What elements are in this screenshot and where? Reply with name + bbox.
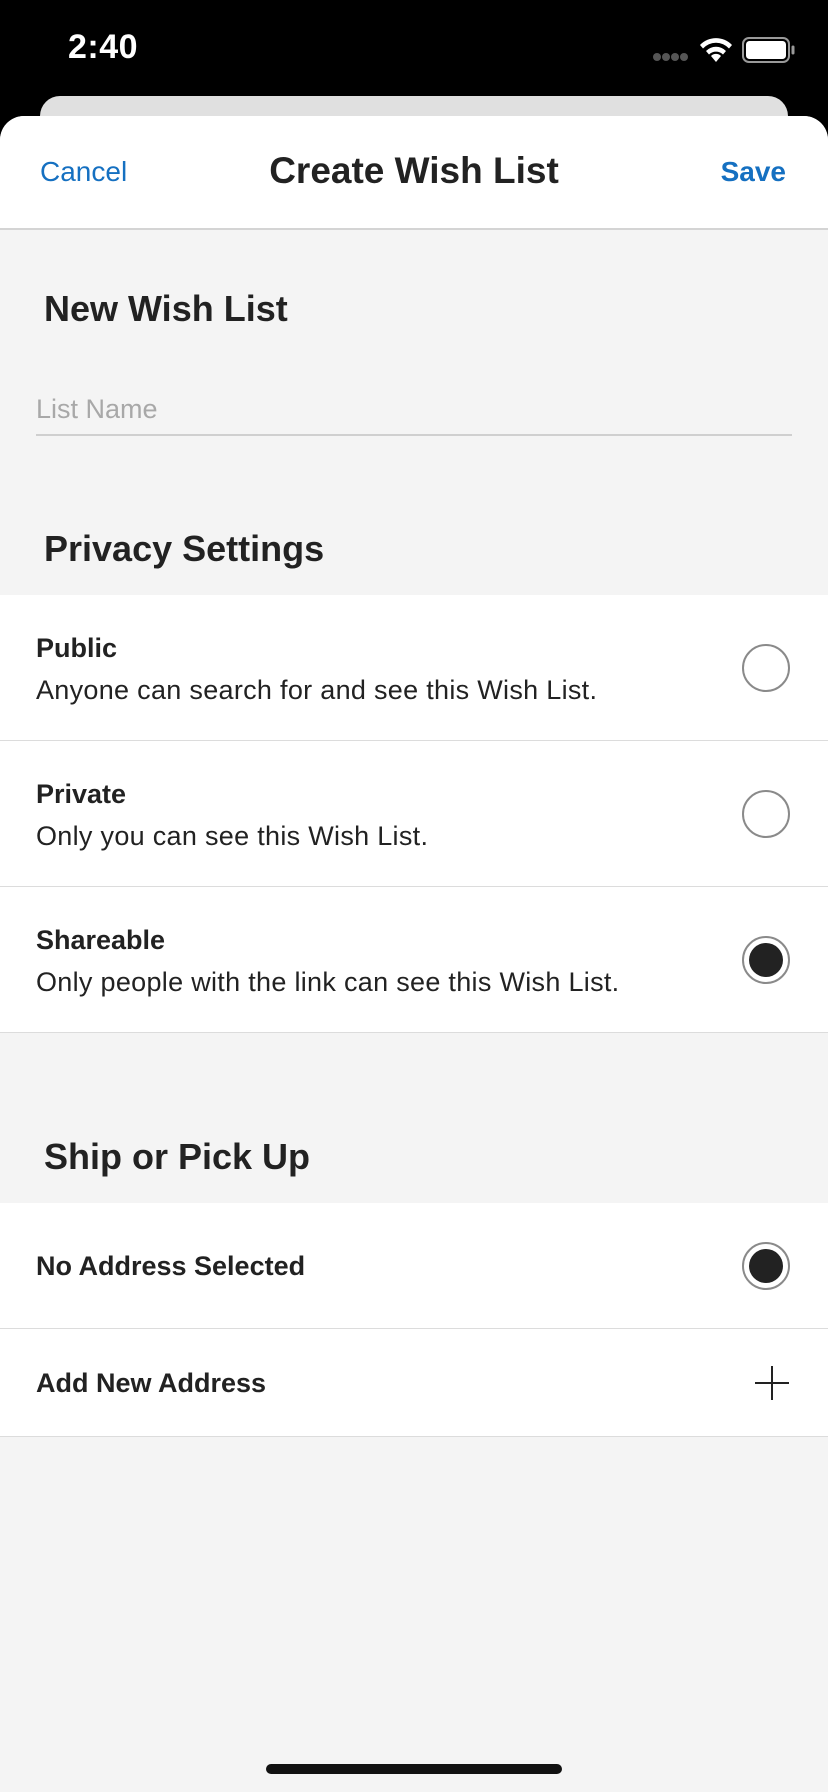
cancel-button[interactable]: Cancel [40,156,127,188]
privacy-option-private[interactable]: Private Only you can see this Wish List. [0,741,828,887]
option-title: Public [36,633,118,663]
shareable-radio-button[interactable] [742,936,790,984]
status-time: 2:40 [68,28,139,66]
privacy-settings-heading: Privacy Settings [44,528,325,569]
private-radio-button[interactable] [742,790,790,838]
battery-icon [742,37,795,63]
privacy-options: Public Anyone can search for and see thi… [0,595,828,1033]
option-title: Private [36,779,127,809]
privacy-option-shareable[interactable]: Shareable Only people with the link can … [0,887,828,1033]
new-list-heading: New Wish List [44,288,288,329]
address-option-none[interactable]: No Address Selected [0,1203,828,1329]
shipping-options: No Address Selected Add New Address [0,1203,828,1437]
add-address-label: Add New Address [36,1368,267,1398]
signal-dots-icon [653,53,688,61]
option-description: Only you can see this Wish List. [36,821,429,851]
public-radio-button[interactable] [742,644,790,692]
wifi-icon [700,38,732,62]
list-name-input[interactable] [36,384,792,436]
add-new-address-row[interactable]: Add New Address [0,1329,828,1437]
option-title: Shareable [36,925,166,955]
status-bar: 2:40 [0,0,828,96]
option-description: Anyone can search for and see this Wish … [36,675,598,705]
ship-or-pick-up-heading: Ship or Pick Up [44,1136,311,1177]
privacy-option-public[interactable]: Public Anyone can search for and see thi… [0,595,828,741]
home-indicator[interactable] [266,1764,562,1774]
option-description: Only people with the link can see this W… [36,967,620,997]
plus-icon[interactable] [754,1365,790,1401]
nav-bar: Cancel Create Wish List Save [0,116,828,230]
address-label: No Address Selected [36,1251,306,1281]
screen: 2:40 Cancel Create Wish List Save New Wi… [0,0,828,1792]
create-wish-list-sheet: Cancel Create Wish List Save New Wish Li… [0,116,828,1792]
address-radio-button[interactable] [742,1242,790,1290]
save-button[interactable]: Save [721,156,786,188]
